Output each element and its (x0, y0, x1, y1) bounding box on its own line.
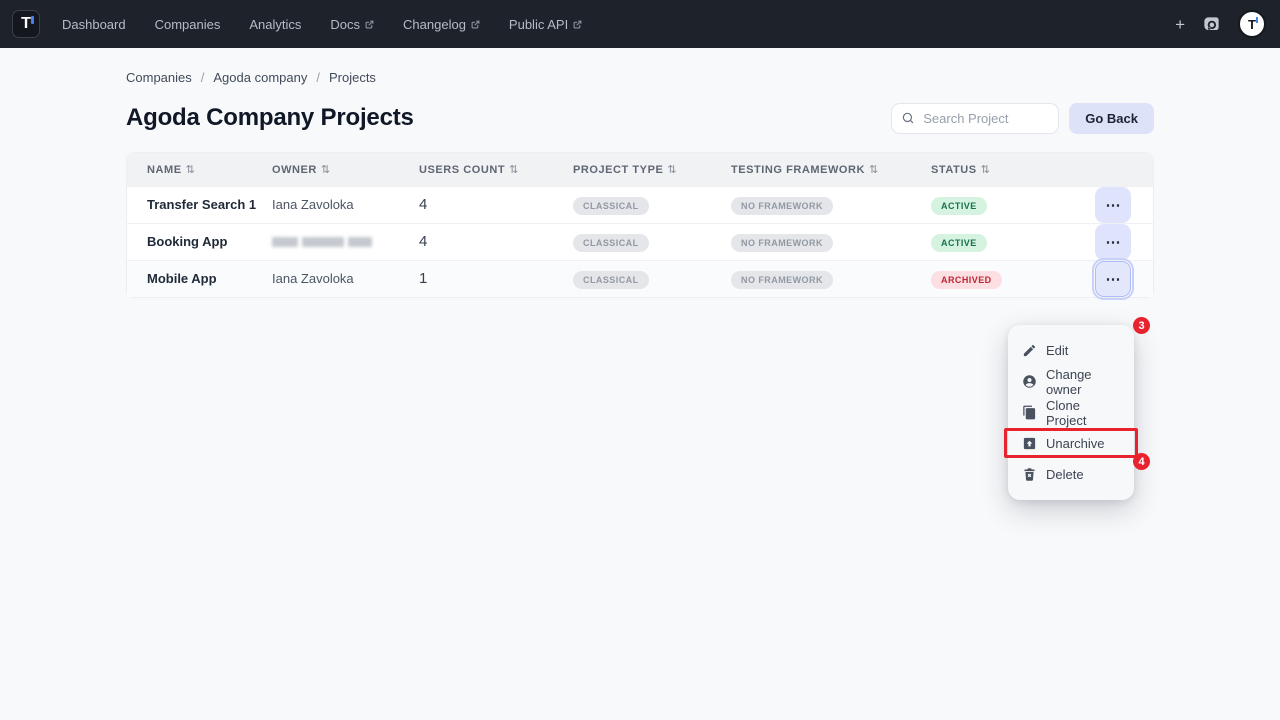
nav-item-docs[interactable]: Docs (330, 17, 374, 32)
main-nav: Dashboard Companies Analytics Docs Chang… (62, 17, 582, 32)
menu-item-edit[interactable]: Edit (1008, 335, 1134, 366)
table-row: Mobile App Iana Zavoloka 1 CLASSICAL NO … (127, 260, 1153, 297)
row-actions-button[interactable]: ⋯ (1095, 224, 1131, 260)
users-count: 4 (419, 233, 427, 250)
menu-item-delete[interactable]: Delete (1008, 459, 1134, 490)
support-button[interactable] (1202, 15, 1221, 34)
navbar-right: + T (1175, 10, 1266, 38)
sort-icon[interactable]: ⇅ (321, 163, 331, 176)
project-type-badge: CLASSICAL (573, 197, 649, 215)
breadcrumb-separator: / (316, 70, 320, 85)
ellipsis-icon: ⋯ (1106, 235, 1121, 250)
main-content: Companies / Agoda company / Projects Ago… (0, 69, 1280, 298)
breadcrumb-agoda-company[interactable]: Agoda company (213, 70, 307, 85)
user-circle-icon (1022, 374, 1037, 389)
row-actions-button-open[interactable]: ⋯ (1095, 261, 1131, 297)
table-row: Transfer Search 1 Iana Zavoloka 4 CLASSI… (127, 186, 1153, 223)
column-header-project-type[interactable]: PROJECT TYPE⇅ (573, 163, 731, 176)
nav-item-dashboard[interactable]: Dashboard (62, 17, 126, 32)
users-count: 4 (419, 196, 427, 213)
table-row: Booking App 4 CLASSICAL NO FRAMEWORK ACT… (127, 223, 1153, 260)
column-header-status[interactable]: STATUS⇅ (931, 163, 1077, 176)
nav-item-companies[interactable]: Companies (155, 17, 221, 32)
annotation-step-badge: 4 (1133, 453, 1150, 470)
project-type-badge: CLASSICAL (573, 271, 649, 289)
add-button[interactable]: + (1175, 16, 1185, 33)
project-owner-redacted (272, 237, 411, 247)
ellipsis-icon: ⋯ (1106, 198, 1121, 213)
search-input[interactable] (891, 103, 1059, 134)
app-logo[interactable]: T (12, 10, 40, 38)
testing-framework-badge: NO FRAMEWORK (731, 271, 833, 289)
app-logo-accent (31, 16, 34, 24)
sort-icon[interactable]: ⇅ (981, 163, 991, 176)
trash-icon (1022, 467, 1037, 482)
page-title: Agoda Company Projects (126, 104, 414, 132)
title-actions: Go Back (891, 103, 1154, 134)
sort-icon[interactable]: ⇅ (869, 163, 879, 176)
project-name: Mobile App (147, 271, 217, 286)
search-icon (901, 111, 915, 125)
table-header: NAME⇅ OWNER⇅ USERS COUNT⇅ PROJECT TYPE⇅ … (127, 153, 1153, 186)
testing-framework-badge: NO FRAMEWORK (731, 197, 833, 215)
top-navbar: T Dashboard Companies Analytics Docs Cha… (0, 0, 1280, 48)
row-actions-button[interactable]: ⋯ (1095, 187, 1131, 223)
testing-framework-badge: NO FRAMEWORK (731, 234, 833, 252)
sort-icon[interactable]: ⇅ (509, 163, 519, 176)
external-link-icon (573, 20, 582, 29)
users-count: 1 (419, 270, 427, 287)
unarchive-icon (1022, 436, 1037, 451)
project-type-badge: CLASSICAL (573, 234, 649, 252)
breadcrumb-separator: / (201, 70, 205, 85)
pencil-icon (1022, 343, 1037, 358)
column-header-owner[interactable]: OWNER⇅ (272, 163, 419, 176)
nav-item-analytics[interactable]: Analytics (249, 17, 301, 32)
status-badge: ARCHIVED (931, 271, 1002, 289)
menu-item-clone-project[interactable]: Clone Project (1008, 397, 1134, 428)
project-name: Transfer Search 1 (147, 197, 256, 212)
column-header-testing-framework[interactable]: TESTING FRAMEWORK⇅ (731, 163, 931, 176)
nav-item-changelog[interactable]: Changelog (403, 17, 480, 32)
status-badge: ACTIVE (931, 234, 987, 252)
project-name: Booking App (147, 234, 227, 249)
plus-icon: + (1175, 16, 1185, 33)
annotation-step-badge: 3 (1133, 317, 1150, 334)
breadcrumb: Companies / Agoda company / Projects (126, 69, 1154, 85)
sort-icon[interactable]: ⇅ (667, 163, 677, 176)
project-owner: Iana Zavoloka (272, 271, 354, 286)
column-header-users-count[interactable]: USERS COUNT⇅ (419, 163, 573, 176)
menu-item-unarchive[interactable]: Unarchive (1008, 428, 1134, 459)
nav-item-public-api[interactable]: Public API (509, 17, 582, 32)
breadcrumb-companies[interactable]: Companies (126, 70, 192, 85)
sort-icon[interactable]: ⇅ (186, 163, 196, 176)
external-link-icon (365, 20, 374, 29)
search-wrap (891, 103, 1059, 134)
projects-table: NAME⇅ OWNER⇅ USERS COUNT⇅ PROJECT TYPE⇅ … (126, 152, 1154, 298)
row-actions-menu: Edit Change owner Clone Project Unarchiv… (1008, 325, 1134, 500)
title-row: Agoda Company Projects Go Back (126, 102, 1154, 134)
copy-icon (1022, 405, 1037, 420)
column-header-name[interactable]: NAME⇅ (127, 163, 272, 176)
project-owner: Iana Zavoloka (272, 197, 354, 212)
external-link-icon (471, 20, 480, 29)
breadcrumb-projects[interactable]: Projects (329, 70, 376, 85)
ellipsis-icon: ⋯ (1106, 272, 1121, 287)
app-logo-letter: T (21, 15, 31, 33)
status-badge: ACTIVE (931, 197, 987, 215)
support-icon (1202, 15, 1221, 34)
user-avatar[interactable]: T (1238, 10, 1266, 38)
menu-item-change-owner[interactable]: Change owner (1008, 366, 1134, 397)
go-back-button[interactable]: Go Back (1069, 103, 1154, 134)
